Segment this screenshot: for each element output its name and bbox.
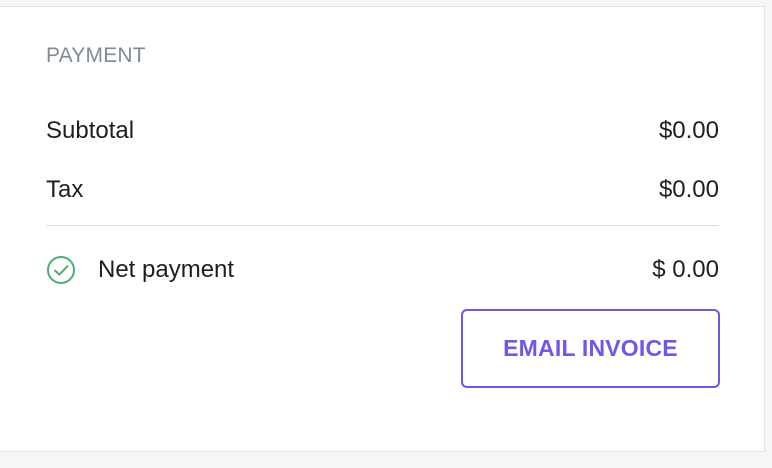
- net-payment-label: Net payment: [98, 256, 235, 283]
- tax-row: Tax $0.00: [46, 173, 719, 207]
- email-invoice-button[interactable]: EMAIL INVOICE: [461, 309, 720, 388]
- tax-value: $0.00: [658, 176, 719, 203]
- divider: [46, 225, 719, 226]
- tax-label: Tax: [46, 176, 84, 203]
- subtotal-label: Subtotal: [46, 117, 135, 144]
- payment-panel: PAYMENT Subtotal $0.00 Tax $0.00 Net pay…: [0, 6, 765, 452]
- net-payment-row: Net payment $ 0.00: [46, 252, 719, 288]
- subtotal-value: $0.00: [658, 117, 719, 144]
- net-payment-value: $ 0.00: [652, 256, 719, 283]
- check-circle-icon: [46, 255, 76, 285]
- subtotal-row: Subtotal $0.00: [46, 114, 719, 148]
- section-title: PAYMENT: [46, 44, 146, 67]
- net-payment-label-group: Net payment: [46, 255, 234, 285]
